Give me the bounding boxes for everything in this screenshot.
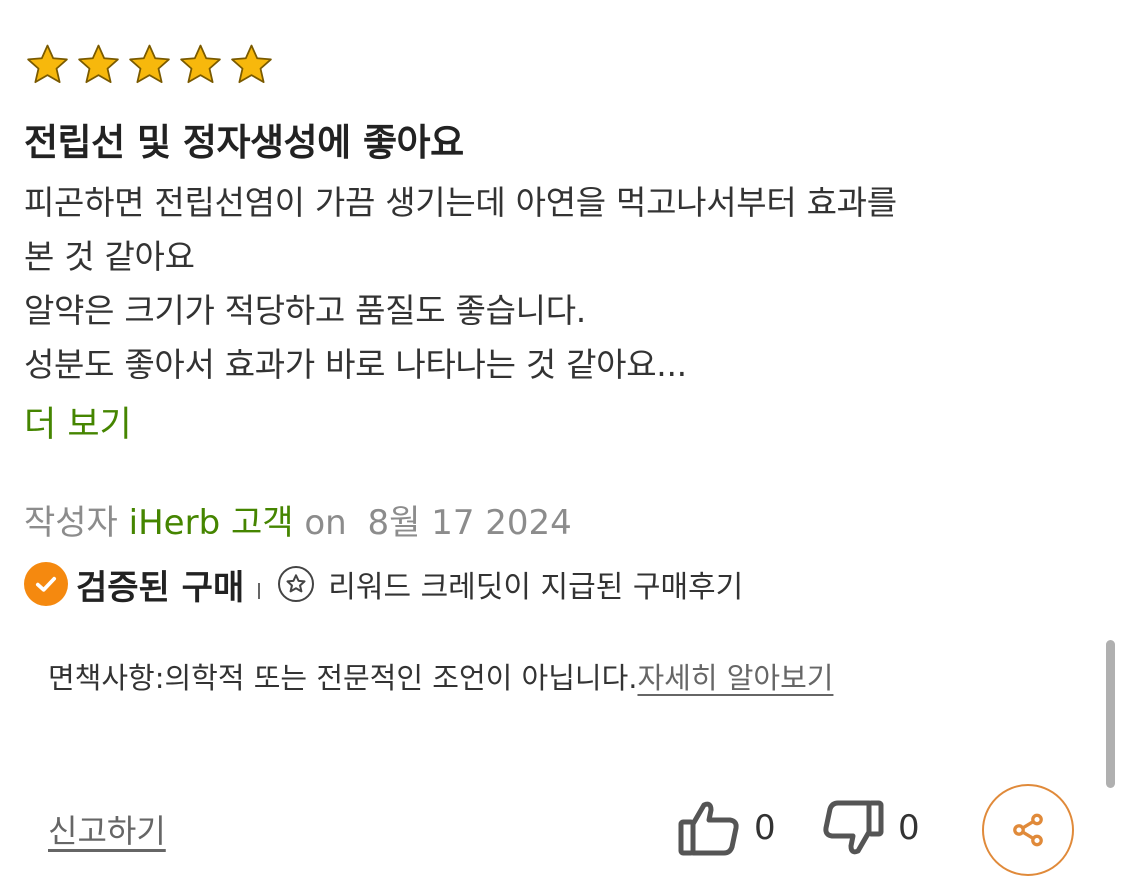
review-body-line: 알약은 크기가 적당하고 품질도 좋습니다.	[24, 291, 586, 330]
star-icon	[24, 42, 71, 89]
star-icon	[75, 42, 122, 89]
review-body-line: 피곤하면 전립선염이 가끔 생기는데 아연을 먹고나서부터 효과를	[24, 183, 897, 222]
unhelpful-button[interactable]: 0	[822, 795, 920, 861]
date-connector: on	[304, 503, 347, 543]
share-icon	[1013, 813, 1043, 847]
review-body-line: 성분도 좋아서 효과가 바로 나타나는 것 같아요...	[24, 345, 687, 384]
helpful-count: 0	[754, 808, 776, 848]
scrollbar[interactable]	[1106, 640, 1115, 788]
review-body-line: 본 것 같아요	[24, 237, 195, 276]
review-date: 8월 17 2024	[367, 503, 572, 543]
share-button[interactable]	[982, 784, 1074, 876]
author-prefix: 작성자	[24, 503, 118, 543]
review-body: 피곤하면 전립선염이 가끔 생기는데 아연을 먹고나서부터 효과를 본 것 같아…	[24, 176, 1094, 392]
badge-divider	[258, 583, 261, 599]
read-more-link[interactable]: 더 보기	[24, 396, 132, 447]
thumbs-up-icon	[678, 801, 739, 856]
star-icon	[177, 42, 224, 89]
review-badges: 검증된 구매 리워드 크레딧이 지급된 구매후기	[24, 560, 743, 608]
star-icon	[228, 42, 275, 89]
review-meta: 작성자 iHerb 고객 on 8월 17 2024	[24, 495, 572, 544]
disclaimer: 면책사항:의학적 또는 전문적인 조언이 아닙니다.자세히 알아보기	[48, 655, 833, 697]
unhelpful-count: 0	[898, 808, 920, 848]
author-name[interactable]: iHerb 고객	[129, 503, 294, 543]
disclaimer-text: 면책사항:의학적 또는 전문적인 조언이 아닙니다.	[48, 661, 638, 695]
helpful-button[interactable]: 0	[678, 795, 776, 861]
review-title: 전립선 및 정자생성에 좋아요	[24, 121, 464, 164]
star-rating	[24, 42, 275, 92]
star-circle-icon	[278, 566, 315, 602]
verified-purchase-label: 검증된 구매	[76, 567, 245, 608]
report-link[interactable]: 신고하기	[48, 806, 166, 852]
learn-more-link[interactable]: 자세히 알아보기	[637, 661, 833, 695]
checkmark-icon	[24, 562, 68, 606]
thumbs-down-icon	[823, 800, 884, 855]
reward-credit-label: 리워드 크레딧이 지급된 구매후기	[328, 570, 744, 605]
star-icon	[126, 42, 173, 89]
